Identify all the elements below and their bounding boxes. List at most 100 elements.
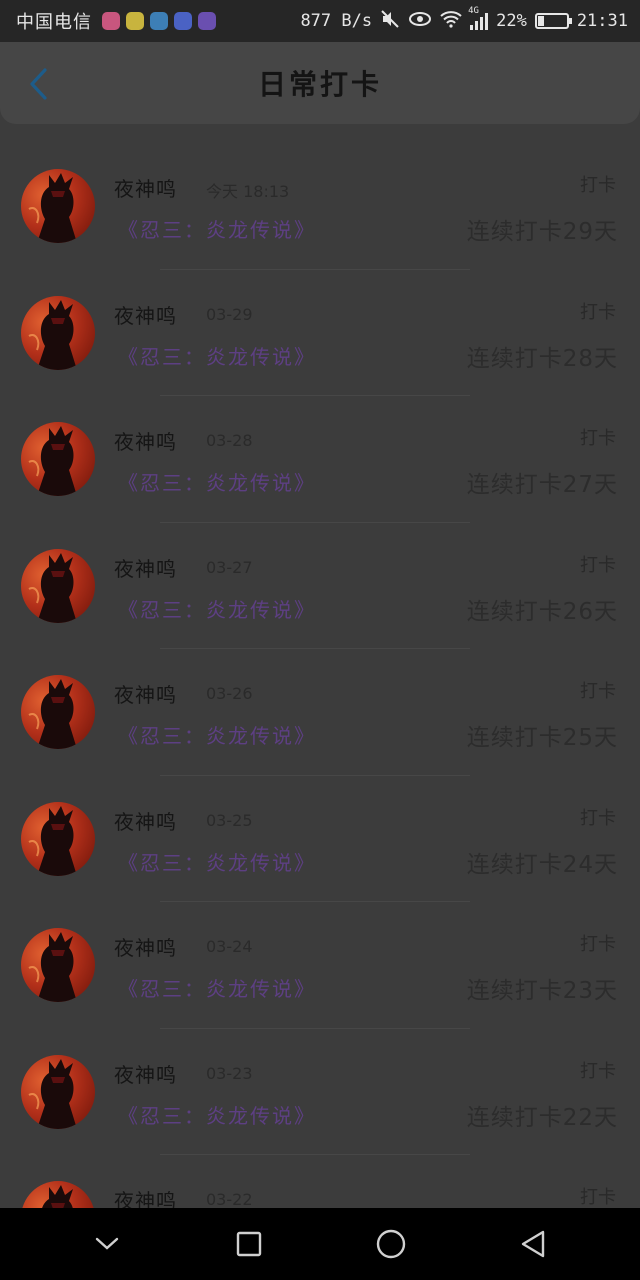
checkin-action-label: 打卡 bbox=[580, 428, 616, 449]
swirl-app-icon bbox=[150, 12, 168, 30]
page-header: 日常打卡 bbox=[0, 42, 640, 124]
page-title: 日常打卡 bbox=[257, 68, 382, 101]
user-name[interactable]: 夜神鸣 bbox=[114, 426, 177, 455]
checkin-action-label: 打卡 bbox=[580, 681, 616, 702]
checkin-row[interactable]: 夜神鸣 今天 18:13 《忍三：炎龙传说》 打卡连续打卡29天 bbox=[0, 143, 640, 270]
ninja-figure bbox=[28, 679, 77, 749]
streak-label: 连续打卡27天 bbox=[466, 472, 618, 498]
checkin-time: 03-28 bbox=[206, 431, 253, 450]
purple-app-icon bbox=[198, 12, 216, 30]
checkin-action-label: 打卡 bbox=[580, 1187, 616, 1208]
chevron-down-icon bbox=[95, 1237, 119, 1250]
back-button[interactable] bbox=[18, 62, 58, 106]
battery-fill bbox=[537, 16, 545, 26]
avatar[interactable] bbox=[21, 1054, 95, 1129]
checkin-action-label: 打卡 bbox=[580, 1060, 616, 1082]
chevron-left-icon bbox=[30, 68, 47, 100]
book-title-link[interactable]: 《忍三：炎龙传说》 bbox=[118, 1100, 316, 1129]
avatar[interactable] bbox=[21, 169, 95, 243]
checkin-action-label: 打卡 bbox=[580, 554, 616, 576]
checkin-list: 夜神鸣 今天 18:13 《忍三：炎龙传说》 打卡 连续打卡29天 夜神鸣 03-29 《忍三… bbox=[0, 143, 640, 1280]
checkin-row[interactable]: 夜神鸣 03-28 《忍三：炎龙传说》 打卡连续打卡27天 bbox=[0, 396, 640, 523]
book-title-link[interactable]: 《忍三：炎龙传说》 bbox=[118, 467, 316, 496]
signal-icon: 4G bbox=[468, 6, 489, 30]
face-app-icon bbox=[126, 12, 144, 30]
clock: 21:31 bbox=[576, 11, 628, 31]
net-speed: 877 B/s bbox=[300, 11, 373, 31]
avatar[interactable] bbox=[21, 675, 95, 749]
user-name[interactable]: 夜神鸣 bbox=[114, 679, 177, 708]
mute-icon bbox=[380, 9, 400, 34]
circle-home-icon bbox=[376, 1229, 406, 1259]
checkin-row[interactable]: 夜神鸣 03-25 《忍三：炎龙传说》 打卡连续打卡24天 bbox=[0, 776, 640, 902]
user-name[interactable]: 夜神鸣 bbox=[114, 300, 177, 329]
user-name[interactable]: 夜神鸣 bbox=[114, 553, 177, 582]
streak-label: 连续打卡22天 bbox=[466, 1104, 618, 1131]
user-name[interactable]: 夜神鸣 bbox=[114, 1059, 177, 1088]
user-name[interactable]: 夜神鸣 bbox=[114, 173, 177, 202]
avatar[interactable] bbox=[21, 801, 95, 876]
book-title-link[interactable]: 《忍三：炎龙传说》 bbox=[118, 973, 316, 1002]
checkin-row[interactable]: 夜神鸣 03-27 《忍三：炎龙传说》 打卡连续打卡26天 bbox=[0, 523, 640, 649]
ninja-figure bbox=[28, 426, 77, 496]
streak-label: 连续打卡28天 bbox=[466, 345, 618, 372]
checkin-action-label: 打卡 bbox=[580, 807, 616, 829]
status-bar: 中国电信 877 B/s 4G 22% 21:31 bbox=[0, 0, 640, 42]
book-title-link[interactable]: 《忍三：炎龙传说》 bbox=[118, 720, 316, 749]
ninja-figure bbox=[28, 805, 77, 876]
checkin-time: 03-26 bbox=[206, 684, 253, 703]
ninja-figure bbox=[28, 552, 77, 623]
checkin-action-label: 打卡 bbox=[580, 301, 616, 323]
carrier-label: 中国电信 bbox=[16, 12, 92, 33]
checkin-time: 03-29 bbox=[206, 304, 253, 324]
streak-label: 连续打卡29天 bbox=[466, 219, 618, 245]
checkin-time: 03-27 bbox=[206, 557, 253, 577]
book-title-link[interactable]: 《忍三：炎龙传说》 bbox=[118, 214, 316, 243]
battery-percent: 22% bbox=[496, 11, 527, 31]
avatar[interactable] bbox=[21, 548, 95, 623]
avatar[interactable] bbox=[21, 295, 95, 370]
ninja-figure bbox=[28, 299, 77, 370]
nav-home-button[interactable] bbox=[366, 1219, 416, 1269]
book-title-link[interactable]: 《忍三：炎龙传说》 bbox=[118, 847, 316, 876]
checkin-time: 03-22 bbox=[206, 1190, 253, 1209]
ninja-figure bbox=[28, 1058, 77, 1129]
ninja-figure bbox=[28, 932, 77, 1002]
checkin-action-label: 打卡 bbox=[580, 175, 616, 196]
status-left: 中国电信 bbox=[16, 8, 216, 34]
triangle-back-icon bbox=[521, 1230, 545, 1258]
user-name[interactable]: 夜神鸣 bbox=[114, 806, 177, 835]
nav-recents-button[interactable] bbox=[224, 1219, 274, 1269]
eye-icon bbox=[408, 11, 432, 32]
avatar[interactable] bbox=[21, 928, 95, 1002]
battery-icon bbox=[534, 13, 572, 29]
checkin-row[interactable]: 夜神鸣 03-26 《忍三：炎龙传说》 打卡连续打卡25天 bbox=[0, 649, 640, 776]
streak-label: 连续打卡24天 bbox=[466, 851, 618, 878]
checkin-time: 03-24 bbox=[206, 937, 253, 956]
avatar[interactable] bbox=[21, 422, 95, 496]
nav-back-button[interactable] bbox=[508, 1219, 558, 1269]
wifi-icon bbox=[440, 10, 462, 33]
ninja-figure bbox=[28, 173, 77, 243]
streak-label: 连续打卡26天 bbox=[466, 598, 618, 625]
book-title-link[interactable]: 《忍三：炎龙传说》 bbox=[118, 341, 316, 370]
checkin-row[interactable]: 夜神鸣 03-24 《忍三：炎龙传说》 打卡连续打卡23天 bbox=[0, 902, 640, 1029]
screen: 中国电信 877 B/s 4G 22% 21:31 日常打卡 夜神鸣 今天 18… bbox=[0, 0, 640, 1280]
checkin-action-label: 打卡 bbox=[580, 934, 616, 955]
book-title-link[interactable]: 《忍三：炎龙传说》 bbox=[118, 594, 316, 623]
system-nav-bar bbox=[0, 1208, 640, 1280]
checkin-time: 03-23 bbox=[206, 1063, 253, 1083]
streak-label: 连续打卡23天 bbox=[466, 978, 618, 1004]
music-note-icon bbox=[174, 12, 192, 30]
network-type: 4G bbox=[468, 6, 479, 16]
nav-collapse-button[interactable] bbox=[82, 1219, 132, 1269]
user-name[interactable]: 夜神鸣 bbox=[114, 932, 177, 961]
music-app-icon bbox=[102, 12, 120, 30]
checkin-time: 今天 18:13 bbox=[206, 182, 290, 201]
checkin-time: 03-25 bbox=[206, 810, 253, 830]
square-recents-icon bbox=[236, 1231, 262, 1257]
status-right: 877 B/s 4G 22% 21:31 bbox=[300, 6, 628, 34]
checkin-row[interactable]: 夜神鸣 03-29 《忍三：炎龙传说》 打卡连续打卡28天 bbox=[0, 270, 640, 396]
streak-label: 连续打卡25天 bbox=[466, 725, 618, 751]
checkin-row[interactable]: 夜神鸣 03-23 《忍三：炎龙传说》 打卡连续打卡22天 bbox=[0, 1029, 640, 1155]
